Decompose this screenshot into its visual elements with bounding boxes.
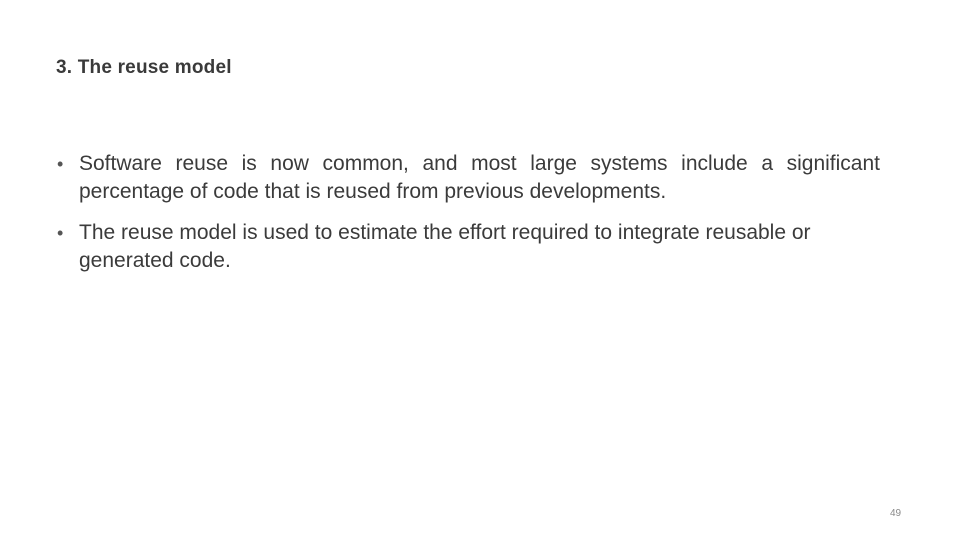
- slide-title: 3. The reuse model: [56, 57, 232, 78]
- bullet-icon: •: [57, 154, 64, 174]
- bullet-item: • The reuse model is used to estimate th…: [54, 219, 880, 275]
- bullet-text: The reuse model is used to estimate the …: [79, 221, 811, 272]
- slide: 3. The reuse model • Software reuse is n…: [0, 0, 960, 540]
- bullet-icon: •: [57, 223, 64, 243]
- bullet-text: Software reuse is now common, and most l…: [79, 152, 880, 203]
- bullet-list: • Software reuse is now common, and most…: [54, 150, 880, 288]
- bullet-item: • Software reuse is now common, and most…: [54, 150, 880, 206]
- page-number: 49: [890, 508, 902, 519]
